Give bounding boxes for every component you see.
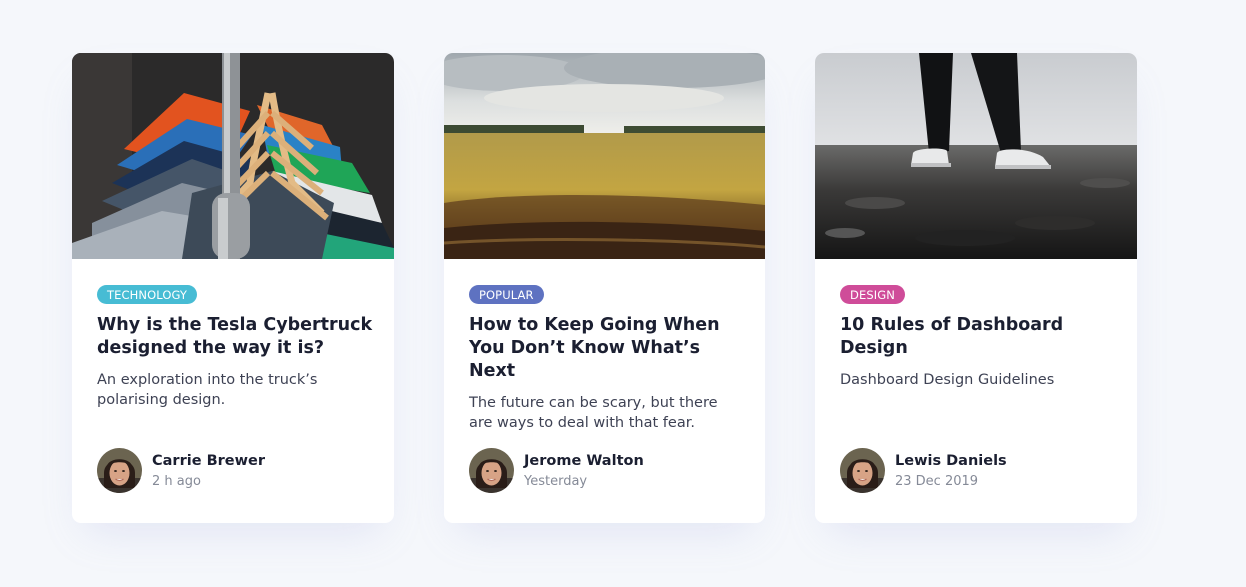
avatar[interactable]	[469, 448, 514, 493]
clothes-rack-image	[72, 53, 394, 259]
post-time: 2 h ago	[152, 473, 201, 489]
article-card[interactable]: Design 10 Rules of Dashboard Design Dash…	[815, 53, 1137, 523]
article-card[interactable]: Technology Why is the Tesla Cybertruck d…	[72, 53, 394, 523]
article-title[interactable]: How to Keep Going When You Don’t Know Wh…	[469, 314, 745, 383]
article-description: The future can be scary, but there are w…	[469, 395, 718, 431]
article-title[interactable]: Why is the Tesla Cybertruck designed the…	[97, 314, 374, 360]
post-time: 23 Dec 2019	[895, 473, 979, 489]
category-tag[interactable]: Technology	[97, 285, 198, 304]
article-title[interactable]: 10 Rules of Dashboard Design	[840, 314, 1117, 360]
article-description: An exploration into the truck’s polarisi…	[97, 372, 318, 408]
author-name[interactable]: Jerome Walton	[524, 451, 644, 471]
wheat-field-image	[444, 53, 765, 259]
author-block: Carrie Brewer 2 h ago	[97, 448, 265, 493]
card-grid: Technology Why is the Tesla Cybertruck d…	[0, 0, 1246, 587]
author-block: Jerome Walton Yesterday	[469, 448, 644, 493]
author-name[interactable]: Lewis Daniels	[895, 451, 1007, 471]
category-tag[interactable]: Design	[840, 285, 905, 304]
post-time: Yesterday	[524, 473, 588, 489]
author-name[interactable]: Carrie Brewer	[152, 451, 265, 471]
article-card[interactable]: Popular How to Keep Going When You Don’t…	[444, 53, 765, 523]
avatar[interactable]	[97, 448, 142, 493]
category-tag[interactable]: Popular	[469, 285, 544, 304]
sneakers-on-ground-image	[815, 53, 1137, 259]
article-description: Dashboard Design Guidelines	[840, 372, 1055, 388]
avatar[interactable]	[840, 448, 885, 493]
author-block: Lewis Daniels 23 Dec 2019	[840, 448, 1007, 493]
